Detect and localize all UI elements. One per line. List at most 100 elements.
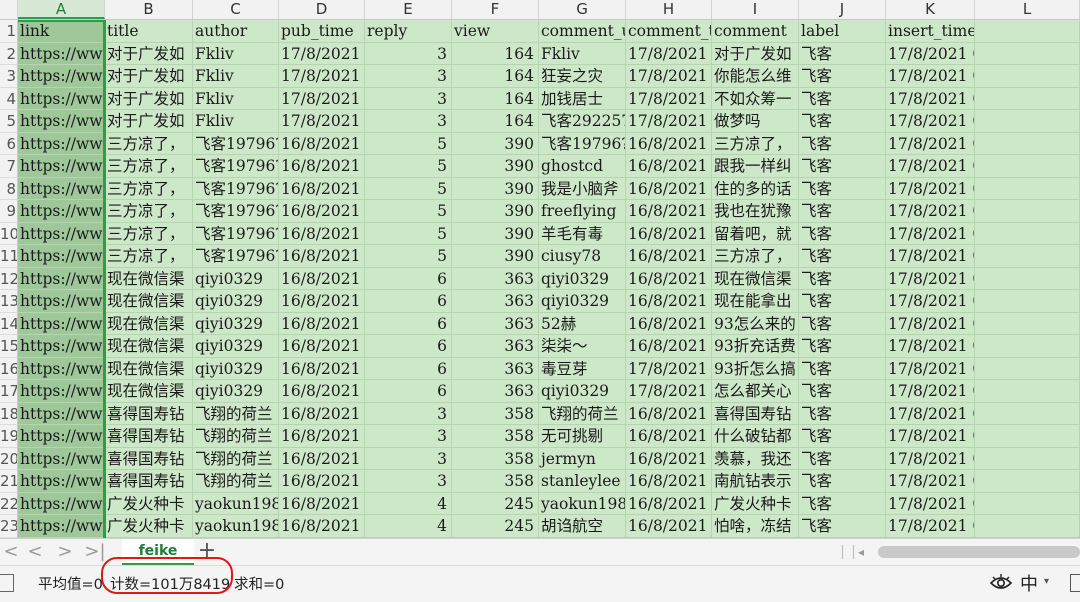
table-cell[interactable]: 我是小脑斧 bbox=[539, 177, 626, 200]
table-cell[interactable]: 3 bbox=[365, 87, 452, 110]
table-cell[interactable]: 3 bbox=[365, 402, 452, 425]
table-cell[interactable]: 不如众筹一 bbox=[712, 87, 799, 110]
row-header[interactable]: 9 bbox=[0, 200, 18, 223]
table-cell[interactable]: 无可挑剔 bbox=[539, 425, 626, 448]
table-cell[interactable]: 对于广发如 bbox=[105, 42, 193, 65]
table-cell[interactable]: 16/8/2021 bbox=[626, 447, 712, 470]
header-cell[interactable]: view bbox=[452, 20, 539, 43]
table-cell[interactable]: 16/8/2021 bbox=[279, 132, 365, 155]
table-cell[interactable]: 17/8/2021 bbox=[626, 42, 712, 65]
table-cell[interactable]: 52赫 bbox=[539, 312, 626, 335]
table-cell[interactable]: 对于广发如 bbox=[105, 65, 193, 88]
table-cell[interactable]: https://ww bbox=[18, 132, 105, 155]
table-cell[interactable]: 17/8/2021 bbox=[279, 42, 365, 65]
table-cell[interactable]: 6 bbox=[365, 290, 452, 313]
table-cell[interactable]: qiyi0329 bbox=[193, 267, 279, 290]
table-cell[interactable]: 6 bbox=[365, 267, 452, 290]
table-cell[interactable]: 164 bbox=[452, 65, 539, 88]
table-cell[interactable]: 三方凉了， bbox=[712, 245, 799, 268]
column-header-j[interactable]: J bbox=[799, 0, 886, 19]
table-cell[interactable]: qiyi0329 bbox=[193, 380, 279, 403]
table-cell[interactable]: 喜得国寿钻 bbox=[105, 425, 193, 448]
table-cell[interactable]: 16/8/2021 bbox=[279, 177, 365, 200]
table-cell[interactable]: https://ww bbox=[18, 155, 105, 178]
table-cell[interactable]: https://ww bbox=[18, 267, 105, 290]
column-header-d[interactable]: D bbox=[279, 0, 365, 19]
table-cell[interactable]: 17/8/2021 00:24:00 bbox=[886, 177, 975, 200]
table-cell[interactable]: 飞翔的荷兰 bbox=[193, 447, 279, 470]
table-cell[interactable] bbox=[975, 87, 1080, 110]
row-header[interactable]: 21 bbox=[0, 470, 18, 493]
table-cell[interactable]: 飞客 bbox=[799, 357, 886, 380]
row-header[interactable]: 10 bbox=[0, 222, 18, 245]
table-cell[interactable]: 245 bbox=[452, 492, 539, 515]
table-cell[interactable]: 6 bbox=[365, 312, 452, 335]
table-cell[interactable]: 飞翔的荷兰 bbox=[193, 470, 279, 493]
table-cell[interactable]: 跟我一样纠 bbox=[712, 155, 799, 178]
table-cell[interactable]: 363 bbox=[452, 290, 539, 313]
table-cell[interactable]: 三方凉了， bbox=[105, 222, 193, 245]
table-cell[interactable]: 我也在犹豫 bbox=[712, 200, 799, 223]
table-cell[interactable]: 16/8/2021 bbox=[279, 357, 365, 380]
table-cell[interactable]: https://ww bbox=[18, 87, 105, 110]
table-cell[interactable]: 363 bbox=[452, 335, 539, 358]
table-cell[interactable]: jermyn bbox=[539, 447, 626, 470]
table-cell[interactable]: https://ww bbox=[18, 42, 105, 65]
table-cell[interactable]: 17/8/2021 bbox=[626, 357, 712, 380]
table-cell[interactable]: 16/8/2021 bbox=[279, 470, 365, 493]
table-cell[interactable] bbox=[975, 290, 1080, 313]
table-cell[interactable]: 16/8/2021 bbox=[626, 312, 712, 335]
table-cell[interactable]: 5 bbox=[365, 155, 452, 178]
table-cell[interactable]: 3 bbox=[365, 447, 452, 470]
table-cell[interactable]: https://ww bbox=[18, 492, 105, 515]
table-cell[interactable]: 现在微信渠 bbox=[105, 335, 193, 358]
table-cell[interactable]: https://ww bbox=[18, 110, 105, 133]
table-cell[interactable]: https://ww bbox=[18, 177, 105, 200]
row-header[interactable]: 1 bbox=[0, 20, 18, 43]
table-cell[interactable]: 三方凉了， bbox=[105, 155, 193, 178]
table-cell[interactable]: 广发火种卡 bbox=[712, 492, 799, 515]
table-cell[interactable]: 广发火种卡 bbox=[105, 515, 193, 538]
table-cell[interactable]: 飞客19796? bbox=[193, 245, 279, 268]
table-cell[interactable]: 飞客 bbox=[799, 470, 886, 493]
chevron-down-icon[interactable]: ▾ bbox=[1044, 576, 1049, 587]
table-cell[interactable] bbox=[975, 447, 1080, 470]
table-cell[interactable]: 390 bbox=[452, 200, 539, 223]
table-cell[interactable]: 飞客19796? bbox=[193, 132, 279, 155]
table-cell[interactable]: 16/8/2021 bbox=[279, 515, 365, 538]
column-header-e[interactable]: E bbox=[365, 0, 452, 19]
table-cell[interactable]: 3 bbox=[365, 425, 452, 448]
table-cell[interactable]: 怎么都关心 bbox=[712, 380, 799, 403]
table-cell[interactable]: 17/8/2021 bbox=[279, 110, 365, 133]
table-cell[interactable] bbox=[975, 335, 1080, 358]
table-cell[interactable]: qiyi0329 bbox=[193, 335, 279, 358]
table-cell[interactable]: 16/8/2021 bbox=[626, 267, 712, 290]
row-header[interactable]: 14 bbox=[0, 312, 18, 335]
table-cell[interactable]: 现在微信渠 bbox=[105, 380, 193, 403]
table-cell[interactable]: 飞客 bbox=[799, 87, 886, 110]
table-cell[interactable]: 飞翔的荷兰 bbox=[193, 402, 279, 425]
table-cell[interactable]: 留着吧，就 bbox=[712, 222, 799, 245]
column-header-l[interactable]: L bbox=[975, 0, 1080, 19]
table-cell[interactable]: 飞客 bbox=[799, 110, 886, 133]
table-cell[interactable]: 加钱居士 bbox=[539, 87, 626, 110]
table-cell[interactable]: 93怎么来的 bbox=[712, 312, 799, 335]
table-cell[interactable]: 17/8/2021 00:24:00 bbox=[886, 425, 975, 448]
table-cell[interactable]: 飞客 bbox=[799, 425, 886, 448]
table-cell[interactable]: 广发火种卡 bbox=[105, 492, 193, 515]
row-header[interactable]: 12 bbox=[0, 267, 18, 290]
last-sheet-button[interactable]: >| bbox=[84, 539, 106, 565]
table-cell[interactable]: Fkliv bbox=[193, 65, 279, 88]
table-cell[interactable]: freeflying bbox=[539, 200, 626, 223]
table-cell[interactable] bbox=[975, 177, 1080, 200]
table-cell[interactable]: https://ww bbox=[18, 245, 105, 268]
table-cell[interactable]: https://ww bbox=[18, 312, 105, 335]
table-cell[interactable]: 三方凉了， bbox=[105, 245, 193, 268]
table-cell[interactable]: 飞客 bbox=[799, 132, 886, 155]
table-cell[interactable]: 16/8/2021 bbox=[279, 402, 365, 425]
table-cell[interactable] bbox=[975, 200, 1080, 223]
table-cell[interactable]: 17/8/2021 00:24:00 bbox=[886, 357, 975, 380]
column-header-g[interactable]: G bbox=[539, 0, 626, 19]
column-header-f[interactable]: F bbox=[452, 0, 539, 19]
table-cell[interactable]: qiyi0329 bbox=[539, 380, 626, 403]
